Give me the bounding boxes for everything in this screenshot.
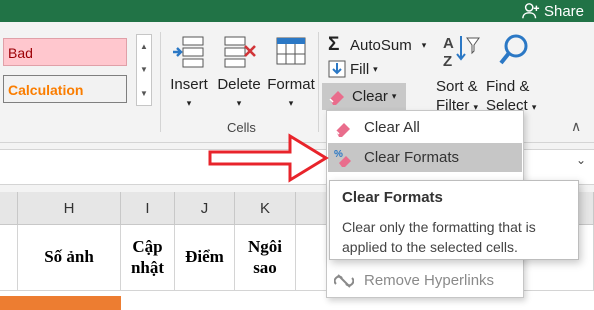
tooltip-description: Clear only the formatting that is applie… [342,219,536,255]
format-button[interactable]: Format ▾ [264,34,318,110]
chevron-down-icon: ▾ [373,63,378,74]
format-label: Format [267,76,315,93]
insert-cells-icon [173,36,204,68]
more-icon[interactable]: ▼ [140,89,148,98]
eraser-icon [329,91,344,105]
gallery-scroll[interactable]: ▲ ▼ ▼ [136,34,152,106]
insert-label: Insert [170,76,208,93]
column-header[interactable] [0,192,18,225]
autosum-label: AutoSum [350,36,412,54]
sort-filter-icon: A Z [443,35,480,70]
expand-formula-icon[interactable]: ⌄ [576,153,586,167]
svg-text:A: A [443,35,454,52]
clear-label: Clear [352,87,388,105]
chevron-down-icon: ▾ [421,39,427,50]
svg-text:Z: Z [443,53,452,70]
cell-header-diem[interactable]: Điểm [175,225,235,291]
clear-formats-icon: % [334,149,351,167]
fill-down-icon [328,60,346,78]
menu-item-remove-hyperlinks[interactable]: Remove Hyperlinks [328,266,522,295]
sort-filter-button[interactable]: A Z [434,32,484,78]
delete-cells-icon [224,36,256,68]
column-header-h[interactable]: H [18,192,121,225]
fill-label: Fill [350,60,370,78]
scroll-down-icon[interactable]: ▼ [140,65,148,74]
chevron-down-icon: ▾ [531,102,537,112]
cell-header-cap-nhat[interactable]: Cập nhật [121,225,175,291]
column-header-k[interactable]: K [235,192,296,225]
unlink-icon [334,274,354,288]
style-bad[interactable]: Bad [3,38,127,66]
sort-label-line1: Sort & [436,78,478,95]
annotation-arrow-icon [208,133,329,183]
find-label-line1: Find & [486,78,530,95]
svg-text:%: % [334,149,343,160]
format-cells-icon [276,37,306,65]
menu-item-label: Clear All [364,119,420,136]
column-header-j[interactable]: J [175,192,235,225]
fill-button[interactable]: Fill ▾ [328,60,378,78]
delete-label: Delete [217,76,261,93]
autosum-button[interactable]: Σ AutoSum ▾ [328,34,426,56]
clear-formats-tooltip: Clear Formats Clear only the formatting … [329,180,579,260]
chevron-down-icon: ▾ [288,98,294,108]
sigma-icon: Σ [328,34,340,55]
insert-button[interactable]: Insert ▾ [168,34,210,110]
magnifier-icon [499,34,528,65]
group-divider [160,32,161,132]
tooltip-title: Clear Formats [342,189,443,206]
clear-button[interactable]: Clear ▾ [328,87,396,105]
menu-item-label: Remove Hyperlinks [364,272,495,289]
person-add-icon [522,3,540,19]
cell[interactable] [0,225,18,291]
menu-item-clear-formats[interactable]: % Clear Formats [328,143,522,172]
share-label: Share [543,2,584,20]
collapse-ribbon-icon[interactable]: ∧ [571,118,581,135]
group-divider [318,32,319,132]
style-calculation[interactable]: Calculation [3,75,127,103]
cell-header-so-anh[interactable]: Số ảnh [18,225,121,291]
menu-item-label: Clear Formats [364,149,460,166]
scroll-up-icon[interactable]: ▲ [140,42,148,51]
menu-item-clear-all[interactable]: Clear All [328,113,522,142]
share-button[interactable]: Share [522,2,584,20]
cell-header-ngoi-sao[interactable]: Ngôi sao [235,225,296,291]
eraser-icon [335,123,350,137]
chevron-down-icon: ▾ [186,98,192,108]
delete-button[interactable]: Delete ▾ [216,34,262,110]
title-bar: Share [0,0,594,22]
chevron-down-icon: ▾ [236,98,242,108]
find-select-button[interactable] [494,32,534,78]
highlighted-cell-row[interactable] [0,296,121,310]
column-header-i[interactable]: I [121,192,175,225]
chevron-down-icon: ▾ [391,90,397,101]
